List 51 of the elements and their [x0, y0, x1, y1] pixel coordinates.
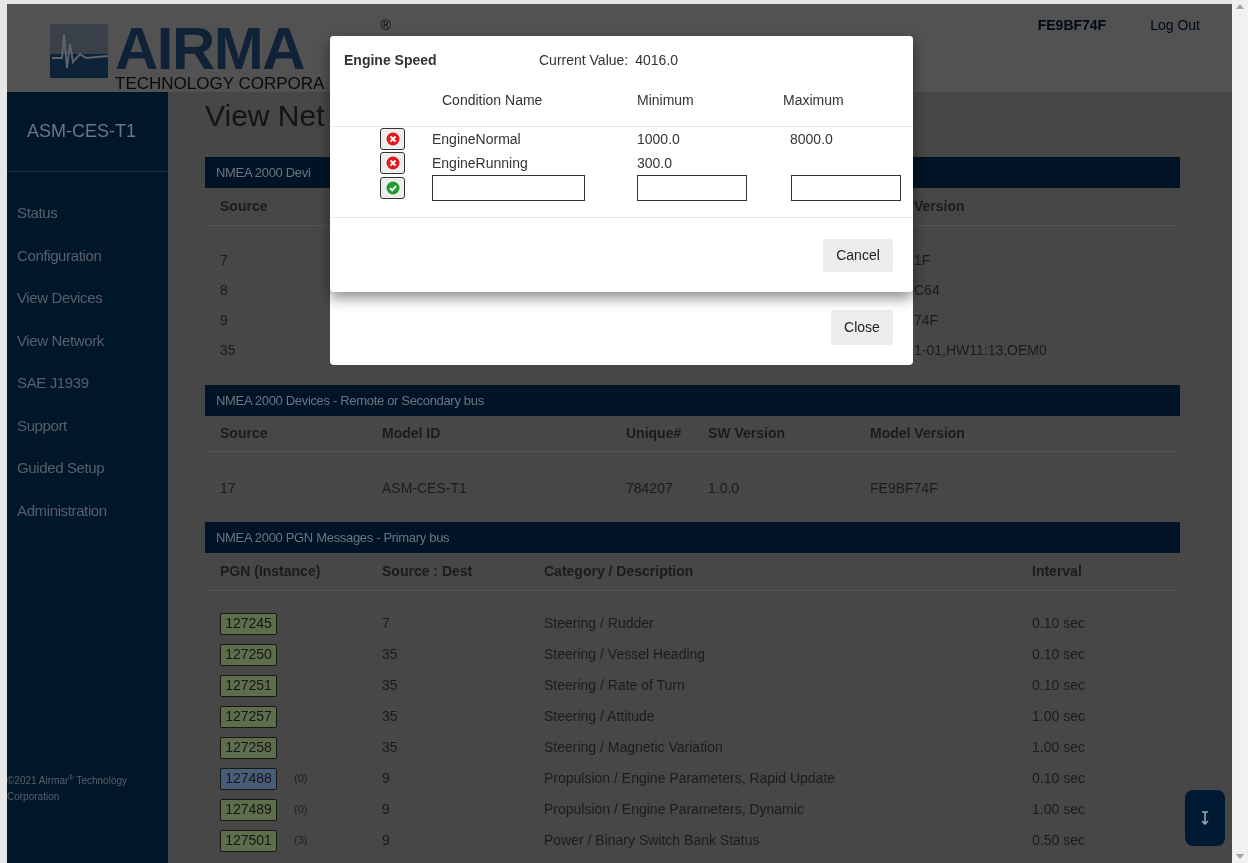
maximum-value: 8000.0 [789, 129, 834, 149]
minimum-input[interactable] [637, 175, 747, 201]
current-value: 4016.0 [635, 50, 679, 70]
column-header: Condition Name [441, 91, 544, 110]
pgn-tag[interactable]: 127489 [220, 798, 277, 821]
maximum-input[interactable] [791, 175, 901, 201]
logo-wordmark: AIRMA [115, 24, 305, 74]
sidebar-item[interactable]: Guided Setup [7, 447, 168, 490]
current-value-label: Current Value: [539, 50, 629, 70]
logo-tagline: TECHNOLOGY CORPORA [115, 74, 325, 94]
remove-icon [385, 132, 400, 146]
remove-button[interactable] [380, 128, 405, 150]
condition-name: EngineNormal [432, 129, 522, 149]
device-link[interactable]: FE9BF74F [1037, 15, 1107, 36]
minimum-value: 1000.0 [637, 129, 681, 149]
sidebar-item[interactable]: View Devices [7, 277, 168, 320]
sidebar-item[interactable]: View Network [7, 319, 168, 362]
column-header: Maximum [783, 91, 845, 110]
scroll-top-button[interactable] [1185, 790, 1225, 846]
logout-link[interactable]: Log Out [1150, 15, 1200, 36]
sidebar-item[interactable]: Administration [7, 489, 168, 532]
check-icon [385, 181, 400, 195]
section-title: NMEA 2000 Devi [216, 163, 311, 182]
sidebar-item[interactable]: Configuration [7, 234, 168, 277]
pgn-tag[interactable]: 127251 [220, 674, 277, 697]
registered-mark: ® [380, 18, 391, 32]
minimum-value: 300.0 [637, 153, 674, 173]
arrow-icon [1201, 811, 1209, 825]
sidebar-item[interactable]: SAE J1939 [7, 362, 168, 405]
waveform-logo-icon [50, 24, 108, 78]
section-title: NMEA 2000 PGN Messages - Primary bus [216, 528, 450, 547]
pgn-tag[interactable]: 127250 [220, 643, 277, 666]
close-button[interactable]: Close [831, 310, 893, 345]
add-button[interactable] [380, 177, 405, 199]
section-title: NMEA 2000 Devices - Remote or Secondary bus [216, 391, 484, 410]
column-header: Minimum [637, 91, 695, 110]
pgn-tag[interactable]: 127245 [220, 612, 277, 635]
condition-name-input[interactable] [432, 175, 585, 201]
copyright-text: ©2021 Airmar$^{®}$ Technology Corporation [7, 773, 129, 804]
remove-button[interactable] [380, 152, 405, 174]
cancel-button[interactable]: Cancel [823, 238, 893, 272]
pgn-tag[interactable]: 127501 [220, 829, 277, 852]
pgn-tag[interactable]: 127257 [220, 705, 277, 728]
pgn-tag[interactable]: 127258 [220, 736, 277, 759]
device-name: ASM-CES-T1 [27, 120, 136, 143]
dialog-title: Engine Speed [344, 50, 438, 70]
remove-icon [385, 156, 400, 170]
sidebar-item[interactable]: Status [7, 192, 168, 235]
condition-name: EngineRunning [432, 153, 529, 173]
sidebar-item[interactable]: Support [7, 404, 168, 447]
pgn-tag[interactable]: 127488 [220, 767, 277, 790]
